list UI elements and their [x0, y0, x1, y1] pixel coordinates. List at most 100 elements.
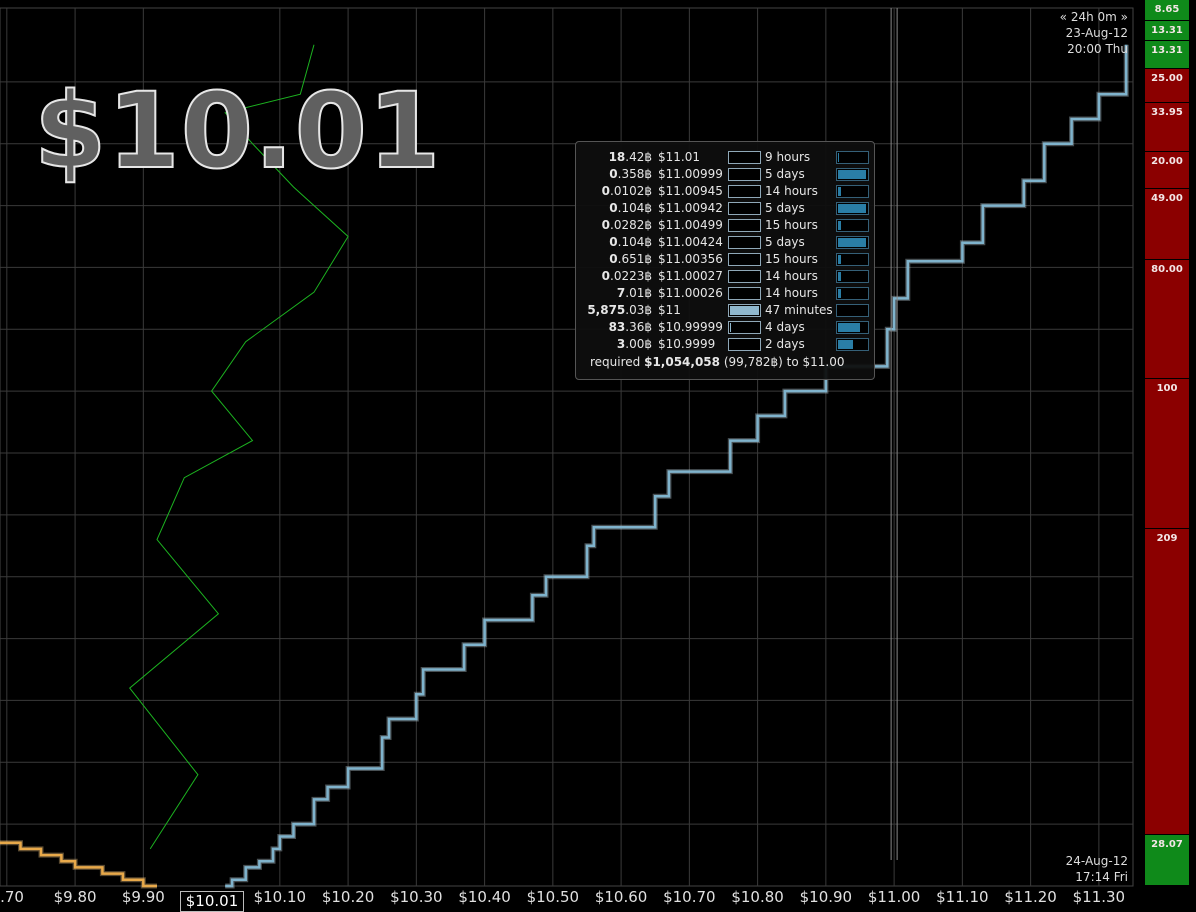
order-row: 18.42฿ $11.01 9 hours	[576, 149, 874, 166]
order-row: 0.104฿ $11.00942 5 days	[576, 200, 874, 217]
tooltip-summary: required $1,054,058 (99,782฿) to $11.00	[590, 355, 845, 369]
sidebar-segment	[1145, 528, 1189, 834]
x-tick-label: $10.20	[321, 888, 375, 906]
order-size-bar	[728, 219, 761, 232]
order-amount: 0.358฿	[609, 167, 652, 181]
order-price: $11.00026	[658, 286, 723, 300]
order-age: 14 hours	[765, 184, 818, 198]
end-date: 24-Aug-12	[1065, 854, 1128, 868]
order-age-fill	[838, 221, 842, 230]
x-tick-label: $9.80	[53, 888, 97, 906]
start-time: 20:00 Thu	[1067, 42, 1128, 56]
order-age: 5 days	[765, 167, 805, 181]
x-tick-label: $9.90	[121, 888, 165, 906]
time-range-top: « 24h 0m » 23-Aug-12 20:00 Thu	[1060, 9, 1128, 57]
order-amount: 0.0223฿	[601, 269, 652, 283]
order-row: 0.0102฿ $11.00945 14 hours	[576, 183, 874, 200]
order-amount: 3.00฿	[616, 337, 652, 351]
order-size-bar	[728, 202, 761, 215]
order-age-bar	[836, 304, 869, 317]
order-age-fill	[838, 272, 842, 281]
x-tick-label: $10.90	[799, 888, 853, 906]
order-age-bar	[836, 168, 869, 181]
sidebar-value: 80.00	[1151, 263, 1183, 275]
x-tick-label: $10.40	[458, 888, 511, 906]
order-size-bar	[728, 168, 761, 181]
order-row: 83.36฿ $10.99999 4 days	[576, 319, 874, 336]
x-tick-label: $10.80	[731, 888, 784, 906]
order-amount: 0.651฿	[609, 252, 652, 266]
order-size-bar	[728, 338, 761, 351]
sidebar-value: 49.00	[1151, 192, 1183, 204]
sidebar-value: 25.00	[1151, 73, 1183, 85]
sidebar-value: 20.00	[1151, 156, 1183, 168]
order-size-bar	[728, 304, 761, 317]
order-size-bar	[728, 270, 761, 283]
order-age-bar	[836, 219, 869, 232]
order-price: $10.99999	[658, 320, 723, 334]
order-age: 5 days	[765, 201, 805, 215]
sidebar-value: 13.31	[1151, 25, 1183, 37]
order-amount: 0.0282฿	[601, 218, 652, 232]
x-tick-label: $10.30	[390, 888, 443, 906]
x-tick-label: $10.10	[253, 888, 307, 906]
order-amount: 83.36฿	[608, 320, 652, 334]
order-age-bar	[836, 287, 869, 300]
order-amount: 0.104฿	[609, 201, 652, 215]
order-row: 0.0223฿ $11.00027 14 hours	[576, 268, 874, 285]
order-age: 14 hours	[765, 269, 818, 283]
sidebar-value: 33.95	[1151, 106, 1183, 118]
order-age: 2 days	[765, 337, 805, 351]
order-row: 0.358฿ $11.00999 5 days	[576, 166, 874, 183]
order-row: 0.651฿ $11.00356 15 hours	[576, 251, 874, 268]
order-age-bar	[836, 338, 869, 351]
order-age: 47 minutes	[765, 303, 833, 317]
time-span-control[interactable]: « 24h 0m »	[1060, 9, 1128, 25]
order-age-bar	[836, 202, 869, 215]
order-price: $11.00027	[658, 269, 723, 283]
order-row: 0.0282฿ $11.00499 15 hours	[576, 217, 874, 234]
order-row: 3.00฿ $10.9999 2 days	[576, 336, 874, 353]
order-book-tooltip: required $1,054,058 (99,782฿) to $11.00 …	[575, 141, 875, 380]
order-amount: 0.0102฿	[601, 184, 652, 198]
order-price: $11.00424	[658, 235, 723, 249]
order-price: $10.9999	[658, 337, 716, 351]
current-price-marker: $10.01	[180, 891, 244, 912]
order-size-bar	[728, 287, 761, 300]
order-age: 5 days	[765, 235, 805, 249]
order-row: 0.104฿ $11.00424 5 days	[576, 234, 874, 251]
bid-depth-line	[0, 841, 157, 888]
sidebar-value: 209	[1156, 532, 1178, 544]
order-size-bar	[728, 185, 761, 198]
sidebar-value: 100	[1156, 383, 1178, 395]
x-tick-label: $11.00	[867, 888, 921, 906]
order-price: $11.00356	[658, 252, 723, 266]
order-price: $11.00945	[658, 184, 723, 198]
order-age-fill	[838, 323, 860, 332]
x-tick-label: $11.20	[1004, 888, 1057, 906]
order-age: 15 hours	[765, 252, 818, 266]
sidebar-value: 13.31	[1151, 44, 1183, 56]
order-price: $11.00499	[658, 218, 723, 232]
time-range-bottom: 24-Aug-12 17:14 Fri	[1066, 853, 1128, 885]
order-price: $11	[658, 303, 681, 317]
sidebar-segment	[1145, 259, 1189, 379]
order-age-bar	[836, 185, 869, 198]
order-age-fill	[838, 170, 866, 179]
sidebar-value: 28.07	[1151, 838, 1183, 850]
order-amount: 7.01฿	[616, 286, 652, 300]
order-size-bar	[728, 321, 761, 334]
order-age: 4 days	[765, 320, 805, 334]
sidebar-value: 8.65	[1154, 4, 1180, 15]
order-age: 9 hours	[765, 150, 811, 164]
order-row: 7.01฿ $11.00026 14 hours	[576, 285, 874, 302]
order-amount: 0.104฿	[609, 235, 652, 249]
order-age-bar	[836, 321, 869, 334]
order-age-fill	[838, 289, 842, 298]
volume-sidebar: 8.65 13.31 13.31 25.00 33.95 20.00 49.00 80.00 1…	[1145, 0, 1189, 886]
order-age: 14 hours	[765, 286, 818, 300]
order-age-fill	[838, 340, 853, 349]
order-age-bar	[836, 151, 869, 164]
order-age-fill	[838, 238, 866, 247]
order-price: $11.01	[658, 150, 700, 164]
